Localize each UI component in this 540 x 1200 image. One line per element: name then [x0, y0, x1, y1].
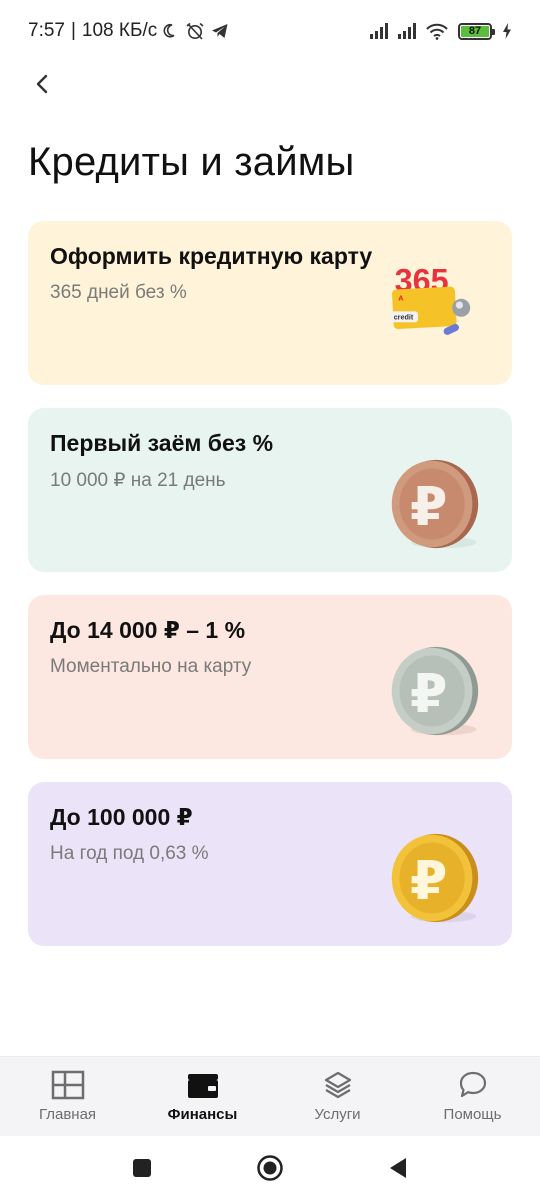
grid-icon [51, 1070, 84, 1100]
wallet-icon [187, 1074, 218, 1098]
status-right: 87 [370, 22, 512, 40]
status-left: 7:57 | 108 КБ/с [28, 20, 229, 42]
wifi-icon [426, 23, 448, 40]
status-speed: 108 КБ/с [81, 20, 158, 41]
instant-loan-card[interactable]: До 14 000 ₽ – 1 % Моментально на карту ₽ [28, 595, 512, 759]
nav-label: Главная [38, 1106, 97, 1123]
charging-icon [503, 23, 511, 39]
home-button[interactable] [255, 1153, 285, 1183]
status-divider: | [70, 20, 76, 41]
nav-item-help[interactable]: Помощь [405, 1057, 540, 1136]
status-time: 7:57 [28, 20, 65, 41]
card-subtitle: 10 000 ₽ на 21 день [50, 470, 226, 491]
triangle-back-icon [390, 1158, 406, 1178]
battery-level: 87 [461, 25, 489, 37]
chevron-left-icon [36, 74, 48, 94]
back-system-button[interactable] [383, 1153, 413, 1183]
credit-card-365-image: 365 A credit [391, 263, 471, 335]
signal-icon [398, 23, 416, 39]
layers-icon [324, 1071, 351, 1099]
card-title: До 100 000 ₽ [50, 804, 193, 830]
nav-label: Финансы [167, 1106, 238, 1123]
moon-icon [163, 23, 175, 38]
telegram-icon [212, 24, 228, 38]
card-credit-label: credit [394, 313, 414, 322]
square-icon [133, 1159, 151, 1177]
battery-icon: 87 [458, 22, 495, 40]
card-title: Первый заём без % [50, 430, 274, 456]
alarm-off-icon [186, 22, 204, 40]
bottom-navigation: Главная Финансы Услуги Помощь [0, 1056, 540, 1136]
nav-label: Услуги [314, 1106, 361, 1123]
card-subtitle: 365 дней без % [50, 282, 187, 303]
nav-item-home[interactable]: Главная [0, 1057, 135, 1136]
nav-label: Помощь [443, 1106, 502, 1123]
annual-loan-card[interactable]: До 100 000 ₽ На год под 0,63 % ₽ [28, 782, 512, 946]
back-button[interactable] [24, 66, 60, 102]
card-subtitle: На год под 0,63 % [50, 843, 209, 864]
recents-button[interactable] [127, 1153, 157, 1183]
credit-card-offer-card[interactable]: Оформить кредитную карту 365 дней без % … [28, 221, 512, 385]
chat-bubble-icon [459, 1071, 486, 1098]
first-loan-card[interactable]: Первый заём без % 10 000 ₽ на 21 день ₽ [28, 408, 512, 572]
nav-item-finance[interactable]: Финансы [135, 1057, 270, 1136]
circle-icon [257, 1155, 283, 1181]
page-title: Кредиты и займы [28, 140, 355, 184]
nav-item-services[interactable]: Услуги [270, 1057, 405, 1136]
card-title: Оформить кредитную карту [50, 243, 373, 269]
status-bar: 7:57 | 108 КБ/с 87 [0, 0, 540, 62]
card-subtitle: Моментально на карту [50, 656, 252, 677]
system-navigation-bar [0, 1136, 540, 1200]
signal-icon [370, 23, 388, 39]
card-title: До 14 000 ₽ – 1 % [50, 617, 246, 643]
